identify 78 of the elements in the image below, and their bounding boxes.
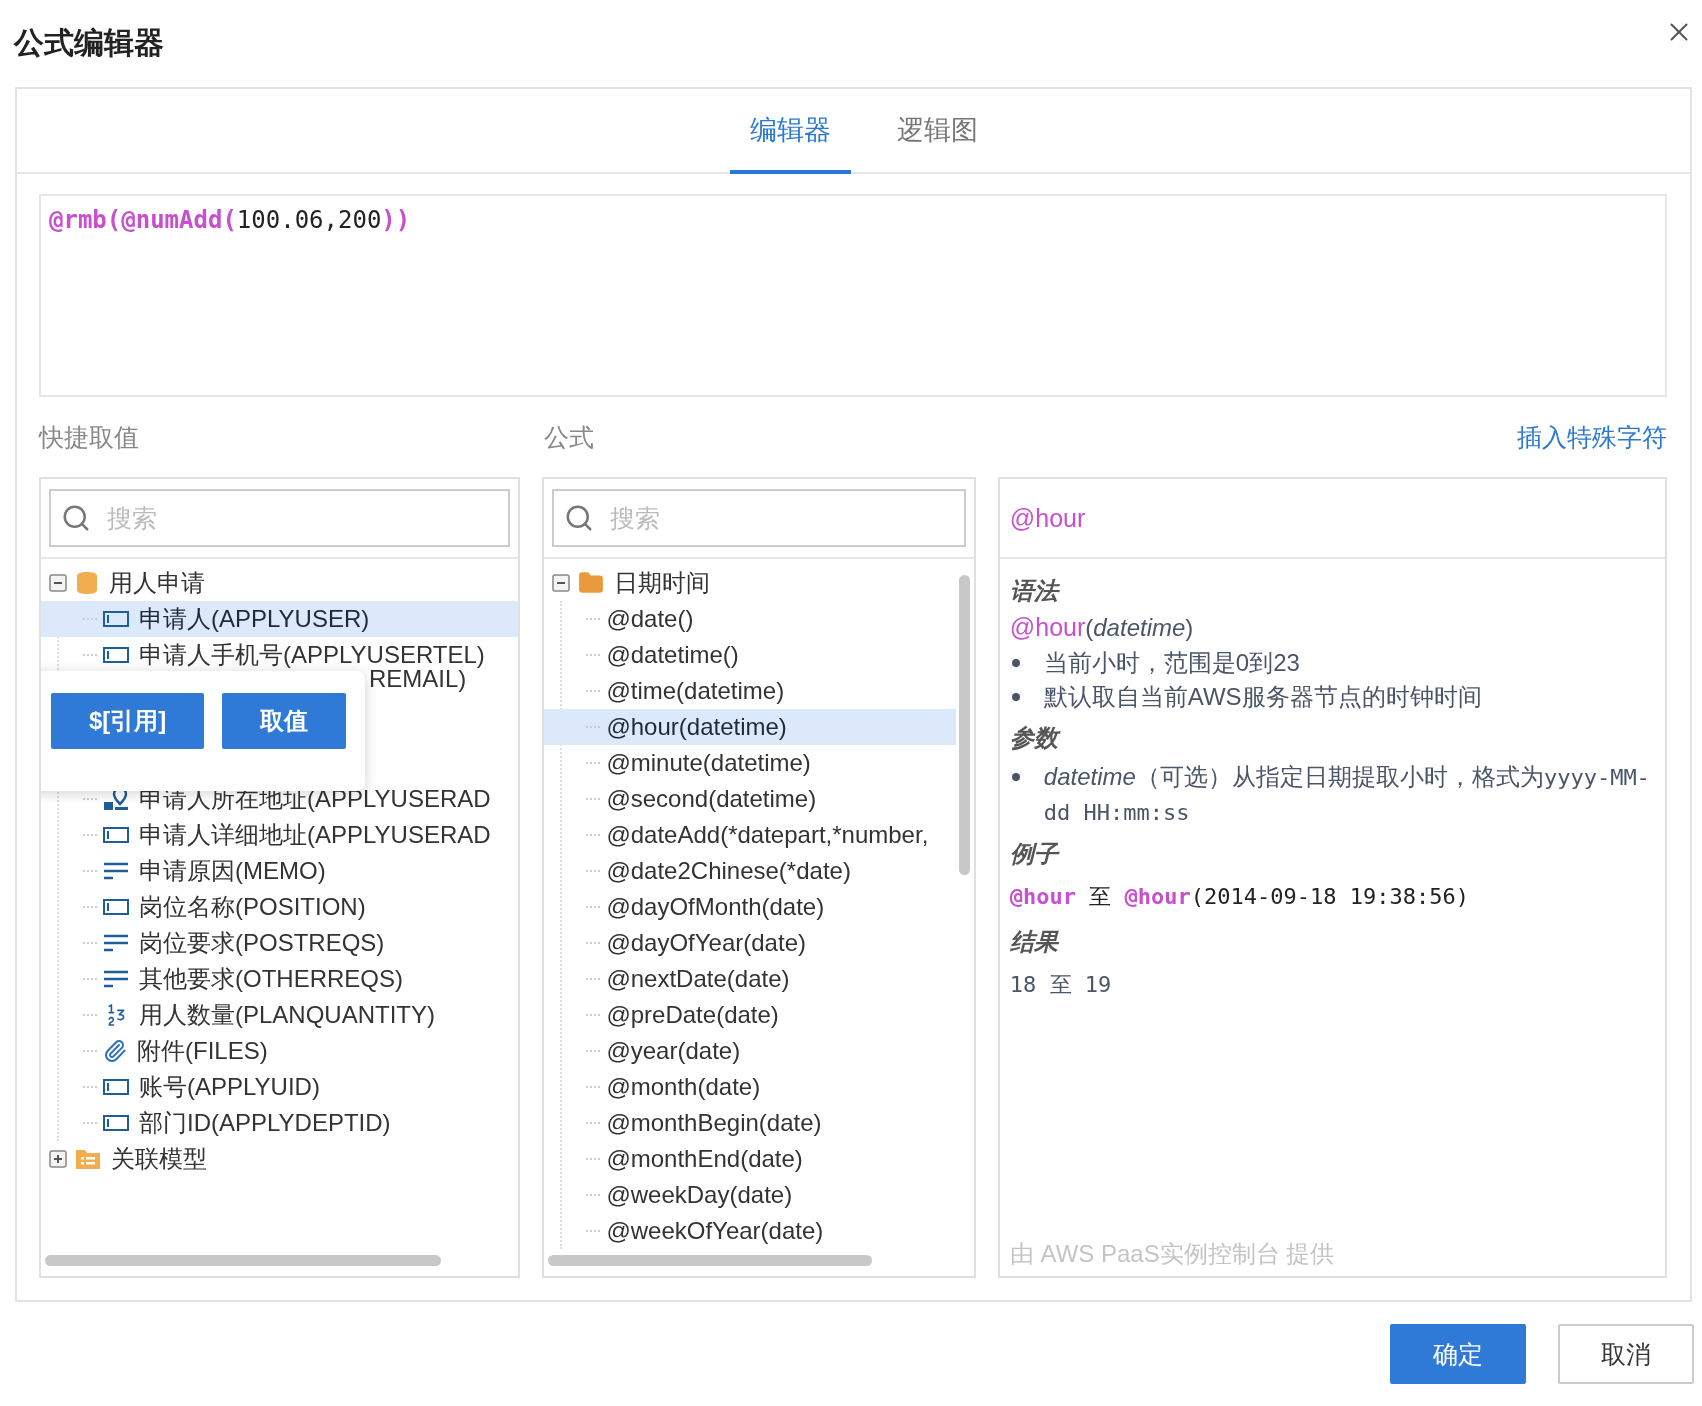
tab[interactable]: 逻辑图 [876,89,998,174]
collapse-icon[interactable] [552,574,571,592]
example-code: @hour 至 @hour(2014-09-18 19:38:56) [1009,883,1470,911]
tree-item[interactable]: @dateAdd(*datepart,*number, [544,817,956,853]
tree-item[interactable]: @weekOfYear(date) [544,1213,956,1249]
tree-item[interactable]: 其他要求(OTHERREQS) [41,961,519,997]
tree-item[interactable]: @date() [544,601,956,637]
note-text: 默认取自当前AWS服务器节点的时钟时间 [1043,682,1482,712]
paperclip-icon [103,1039,127,1063]
cancel-button[interactable]: 取消 [1558,1324,1694,1384]
tree-item[interactable]: 申请原因(MEMO) [41,853,519,889]
tree-item[interactable]: 账号(APPLYUID) [41,1069,519,1105]
section-heading: 参数 [1009,722,1655,754]
input-field-icon [103,827,129,843]
function-title: @hour [1009,503,1086,533]
section-label: 公式 [544,421,595,453]
input-field-icon [103,611,129,627]
search-icon [61,503,91,533]
tree-item[interactable]: @dayOfMonth(date) [544,889,956,925]
formula-text: @rmb(@numAdd(100.06,200)) [49,206,411,234]
tree-item[interactable]: @dayOfYear(date) [544,925,956,961]
syntax-text: @hour(datetime) [1009,613,1195,642]
section-heading: 语法 [1009,576,1061,606]
tree-item[interactable]: 申请人详细地址(APPLYUSERAD [41,817,519,853]
scrollbar[interactable] [548,1255,873,1266]
tree-item[interactable]: @minute(datetime) [544,745,956,781]
parameter-text: datetime（可选）从指定日期提取小时，格式为yyyy-MM-dd HH:mm:ss [1043,762,1651,827]
section-heading: 例子 [1009,839,1061,869]
text-lines-icon [103,862,129,880]
tree-node[interactable]: 关联模型 [41,1141,519,1177]
search-field[interactable]: 搜索 [49,489,511,547]
tab[interactable]: 编辑器 [729,89,851,174]
input-field-icon [103,899,129,915]
section-heading: 结果 [1009,927,1060,957]
scrollbar[interactable] [958,575,970,875]
scrollbar[interactable] [45,1255,441,1266]
formula-editor[interactable]: @rmb(@numAdd(100.06,200)) [39,194,1667,397]
tree-item[interactable]: @second(datetime) [544,781,956,817]
tree-item[interactable]: @datetime() [544,637,956,673]
result-code: 18 至 19 [1009,971,1113,999]
tree-item[interactable]: @time(datetime) [544,673,956,709]
tree-node[interactable]: 用人申请 [41,565,519,601]
collapse-icon[interactable] [49,574,67,592]
text-lines-icon [103,970,129,988]
tree-item[interactable]: @month(date) [544,1069,956,1105]
tree-item[interactable]: @date2Chinese(*date) [544,853,956,889]
tree-item[interactable]: 岗位名称(POSITION) [41,889,519,925]
tree-node[interactable]: 日期时间 [544,565,974,601]
value-button[interactable]: 取值 [222,693,347,749]
text-lines-icon [103,934,129,952]
dialog-title: 公式编辑器 [14,25,164,61]
reference-button[interactable]: $[引用] [51,693,205,749]
folder-list-icon [75,1148,101,1170]
tree-item[interactable]: @weekDay(date) [544,1177,956,1213]
tree-item[interactable]: 部门ID(APPLYDEPTID) [41,1105,519,1141]
tree-item[interactable]: 附件(FILES) [41,1033,519,1069]
insert-special-link[interactable]: 插入特殊字符 [1517,420,1667,454]
tree-item[interactable]: @monthEnd(date) [544,1141,956,1177]
confirm-button[interactable]: 确定 [1390,1324,1526,1384]
tree-item[interactable]: @monthBegin(date) [544,1105,956,1141]
tree-item[interactable]: @nextDate(date) [544,961,956,997]
input-field-icon [103,647,129,663]
provider-note: 由 AWS PaaS实例控制台 提供 [1009,1239,1336,1269]
tree-item[interactable]: 用人数量(PLANQUANTITY) [41,997,519,1033]
tree-item[interactable]: @preDate(date) [544,997,956,1033]
database-icon [75,571,99,595]
search-field[interactable]: 搜索 [552,489,966,547]
input-field-icon [103,1079,129,1095]
tree-item[interactable]: 申请人(APPLYUSER) [41,601,519,637]
note-text: 当前小时，范围是0到23 [1043,648,1300,678]
expand-icon[interactable] [49,1150,67,1168]
tree-item[interactable]: @hour(datetime) [544,709,956,745]
tree-item-label: REMAIL) [369,665,467,693]
section-label: 快捷取值 [39,421,140,453]
tree-item[interactable]: @year(date) [544,1033,956,1069]
tree-item[interactable]: 岗位要求(POSTREQS) [41,925,519,961]
input-field-icon [103,1115,129,1131]
folder-icon [578,570,605,596]
